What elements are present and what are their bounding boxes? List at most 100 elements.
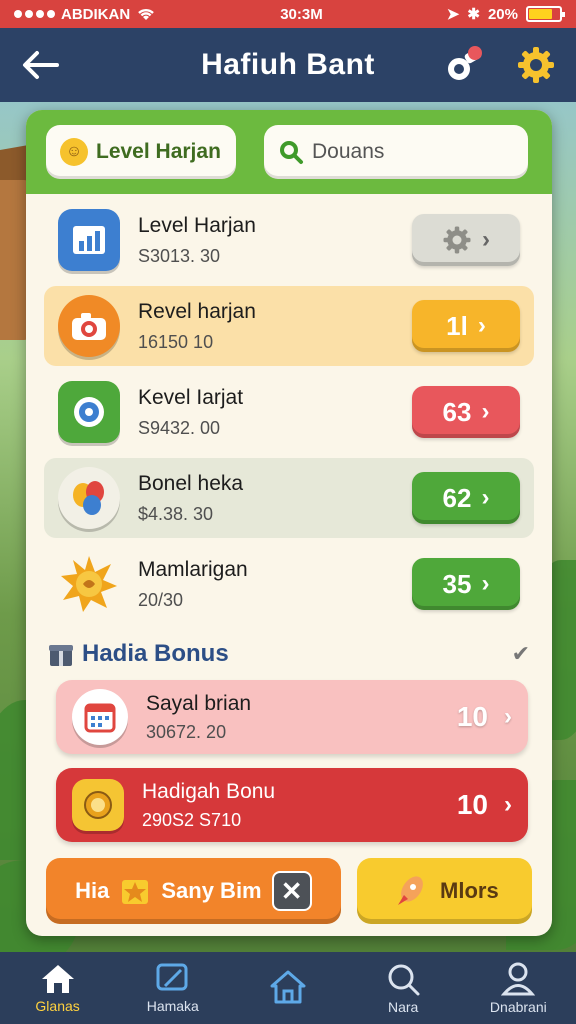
item-action-value: 62: [442, 482, 472, 513]
list-item[interactable]: Revel harjan 16150 10 1l ›: [44, 286, 534, 366]
bonus-subtitle: 290S2 S710: [142, 809, 242, 830]
profile-icon: [501, 962, 536, 996]
nav-label: Glanas: [35, 998, 80, 1014]
chevron-right-icon: ›: [481, 484, 490, 511]
item-value: 20/30: [138, 589, 184, 610]
star-box-icon: [122, 880, 149, 904]
item-action-button[interactable]: 62 ›: [412, 472, 520, 524]
settings-button[interactable]: [514, 43, 558, 87]
secondary-action-label: Mlors: [440, 878, 499, 903]
list-item[interactable]: Kevel Iarjat S9432. 00 63 ›: [44, 372, 534, 452]
item-value: $4.38. 30: [138, 503, 214, 524]
settings-action-button[interactable]: ›: [412, 214, 520, 266]
app-header: Hafiuh Bant: [0, 28, 576, 102]
section-header: Hadia Bonus ✔: [26, 630, 552, 680]
close-icon[interactable]: ✕: [271, 871, 312, 911]
item-action-value: 1l: [446, 310, 468, 341]
item-value: S3013. 30: [138, 245, 221, 266]
level-list: Level Harjan S3013. 30 › Revel harjan 16…: [26, 194, 552, 624]
list-item[interactable]: Bonel heka $4.38. 30 62 ›: [44, 458, 534, 538]
battery-icon: [525, 6, 565, 22]
nav-item-home[interactable]: Glanas: [8, 962, 108, 1014]
secondary-action-button[interactable]: Mlors: [356, 858, 532, 924]
chevron-right-icon: ›: [481, 570, 490, 597]
item-action-value: 35: [442, 568, 472, 599]
search-placeholder: Douans: [312, 140, 385, 163]
item-action-button[interactable]: 1l ›: [412, 300, 520, 352]
chevron-right-icon: ›: [504, 703, 512, 730]
chat-edit-icon: [156, 963, 188, 991]
whistle-icon: [446, 46, 482, 82]
nav-label: Hamaka: [146, 998, 199, 1014]
search-input[interactable]: Douans: [264, 125, 528, 179]
notification-button[interactable]: [442, 43, 486, 87]
back-arrow-icon: [23, 51, 59, 79]
item-action-value: 63: [442, 396, 472, 427]
nav-item-house[interactable]: [238, 969, 338, 1007]
location-icon: ➤: [446, 6, 460, 23]
bonus-title: Sayal brian: [146, 691, 252, 715]
status-bar: ABDIKAN 30:3M ➤ ✱ 20%: [0, 0, 576, 28]
item-title: Mamlarigan: [138, 557, 248, 581]
item-action-button[interactable]: 63 ›: [412, 386, 520, 438]
battery-percent: 20%: [487, 5, 518, 23]
chevron-right-icon: ›: [504, 791, 512, 818]
house-outline-icon: [270, 970, 306, 1004]
bonus-title: Hadigah Bonu: [142, 779, 276, 803]
item-title: Revel harjan: [138, 299, 256, 323]
chevron-down-icon[interactable]: ✔: [512, 641, 530, 667]
gear-icon: [518, 47, 554, 83]
chart-icon: [58, 209, 120, 271]
chevron-right-icon: ›: [482, 226, 490, 253]
item-title: Level Harjan: [138, 213, 256, 237]
primary-action-extra: Sany Bim: [161, 878, 262, 903]
bottom-navigation: Glanas Hamaka Nara Dnabrani: [0, 952, 576, 1024]
bonus-subtitle: 30672. 20: [146, 721, 227, 742]
bonus-item[interactable]: Sayal brian 30672. 20 10 ›: [56, 680, 528, 754]
section-title: Hadia Bonus: [82, 640, 229, 667]
sun-badge-icon: [58, 553, 120, 615]
camera-icon: [58, 295, 120, 357]
smiley-icon: ☺: [60, 138, 88, 166]
chevron-right-icon: ›: [477, 312, 486, 339]
coin-icon: [72, 779, 124, 831]
bonus-value: 10: [456, 701, 488, 732]
level-tab-label: Level Harjan: [96, 140, 221, 163]
item-value: S9432. 00: [138, 417, 221, 438]
primary-action-button[interactable]: Hia Sany Bim ✕: [46, 858, 341, 924]
nav-label: Nara: [387, 999, 419, 1015]
nav-item-hamaka[interactable]: Hamaka: [123, 962, 223, 1014]
bonus-value: 10: [456, 789, 488, 820]
signal-icon: [14, 10, 55, 18]
calendar-icon: [72, 689, 128, 745]
item-title: Kevel Iarjat: [138, 385, 244, 409]
target-icon: [58, 381, 120, 443]
wifi-icon: [138, 8, 155, 20]
search-icon: [388, 964, 420, 996]
bonus-item[interactable]: Hadigah Bonu 290S2 S710 10 ›: [56, 768, 528, 842]
gift-box-icon: [49, 645, 73, 666]
home-icon: [41, 965, 74, 993]
item-value: 16150 10: [138, 331, 214, 352]
item-action-button[interactable]: 35 ›: [412, 558, 520, 610]
balloons-icon: [58, 467, 120, 529]
rocket-icon: [398, 876, 423, 905]
nav-label: Dnabrani: [489, 999, 547, 1015]
back-button[interactable]: [18, 43, 62, 87]
primary-action-label: Hia: [75, 878, 110, 903]
main-panel: ☺ Level Harjan Douans Level Harjan S3013…: [26, 110, 552, 936]
list-item[interactable]: Mamlarigan 20/30 35 ›: [44, 544, 534, 624]
panel-toolbar: ☺ Level Harjan Douans: [26, 110, 552, 194]
search-icon: [280, 141, 303, 164]
bottom-actions: Hia Sany Bim ✕ Mlors: [26, 856, 552, 924]
level-tab[interactable]: ☺ Level Harjan: [46, 125, 236, 179]
carrier-name: ABDIKAN: [61, 5, 131, 23]
nav-item-search[interactable]: Nara: [353, 961, 453, 1015]
item-title: Bonel heka: [138, 471, 244, 495]
clock: 30:3M: [280, 5, 323, 23]
gear-icon: [443, 226, 471, 254]
nav-item-profile[interactable]: Dnabrani: [468, 961, 568, 1015]
chevron-right-icon: ›: [481, 398, 490, 425]
bluetooth-icon: ✱: [467, 6, 480, 23]
list-item[interactable]: Level Harjan S3013. 30 ›: [44, 200, 534, 280]
